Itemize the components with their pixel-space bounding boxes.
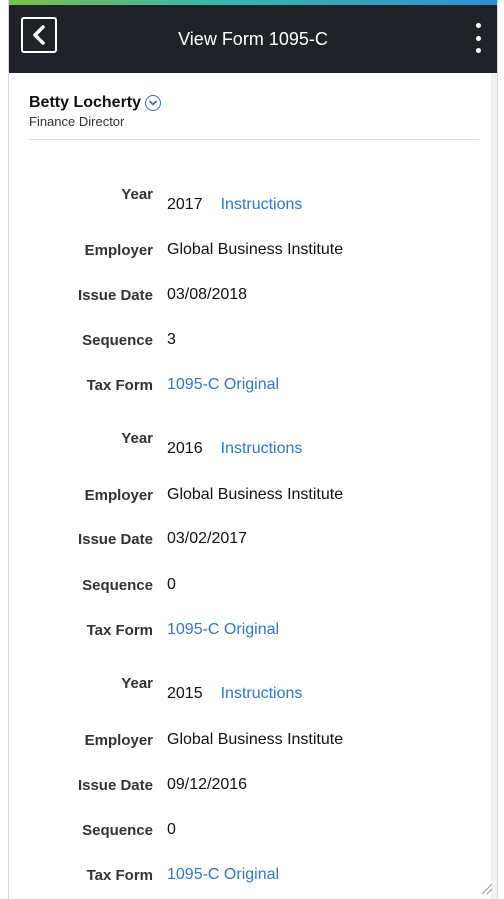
record-tax-form-row: Tax Form 1095-C Original: [9, 863, 499, 887]
record-employer-row: Employer Global Business Institute: [9, 238, 499, 262]
issue-date-label: Issue Date: [77, 530, 153, 548]
employer-value: Global Business Institute: [167, 241, 344, 258]
chevron-left-icon: [33, 25, 45, 45]
sequence-value: 0: [167, 821, 176, 838]
tax-form-label: Tax Form: [86, 866, 153, 884]
record-issue-date-row: Issue Date 09/12/2016: [9, 773, 499, 797]
header-bar: View Form 1095-C: [9, 5, 497, 73]
tax-form-link[interactable]: 1095-C Original: [167, 866, 279, 884]
person-summary: Betty Locherty Finance Director: [29, 94, 479, 140]
employer-label: Employer: [84, 241, 153, 259]
year-label: Year: [121, 675, 153, 692]
sequence-label: Sequence: [82, 331, 153, 349]
tax-form-link[interactable]: 1095-C Original: [167, 376, 279, 394]
kebab-menu-button[interactable]: [471, 23, 485, 53]
instructions-link[interactable]: Instructions: [221, 196, 303, 214]
sequence-label: Sequence: [82, 576, 153, 594]
record-employer-row: Employer Global Business Institute: [9, 728, 499, 752]
chevron-down-icon: [148, 100, 158, 106]
year-value: 2015: [167, 685, 203, 702]
record-issue-date-row: Issue Date 03/02/2017: [9, 527, 499, 551]
record-sequence-row: Sequence 0: [9, 573, 499, 597]
employer-value: Global Business Institute: [167, 731, 344, 748]
tax-form-label: Tax Form: [86, 621, 153, 639]
sequence-value: 0: [167, 576, 176, 593]
sequence-value: 3: [167, 331, 176, 348]
kebab-dot: [475, 35, 481, 41]
issue-date-value: 03/02/2017: [167, 530, 248, 547]
person-name: Betty Locherty: [29, 94, 142, 111]
record-employer-row: Employer Global Business Institute: [9, 483, 499, 507]
issue-date-value: 09/12/2016: [167, 776, 248, 793]
record-sequence-row: Sequence 0: [9, 818, 499, 842]
kebab-dot: [475, 23, 481, 28]
back-button[interactable]: [21, 17, 57, 53]
issue-date-label: Issue Date: [77, 776, 153, 794]
employer-label: Employer: [84, 731, 153, 749]
record-tax-form-row: Tax Form 1095-C Original: [9, 373, 499, 397]
tax-form-link[interactable]: 1095-C Original: [167, 621, 279, 639]
issue-date-value: 03/08/2018: [167, 286, 248, 303]
employer-value: Global Business Institute: [167, 486, 344, 503]
record-year-row: Year 2016 Instructions: [9, 430, 499, 458]
year-label: Year: [121, 430, 153, 447]
year-value: 2016: [167, 440, 203, 457]
year-label: Year: [121, 186, 153, 203]
year-value: 2017: [167, 196, 203, 213]
issue-date-label: Issue Date: [77, 286, 153, 304]
page-title: View Form 1095-C: [178, 28, 328, 49]
record-year-row: Year 2017 Instructions: [9, 186, 499, 214]
instructions-link[interactable]: Instructions: [221, 685, 303, 703]
sequence-label: Sequence: [82, 821, 153, 839]
record-sequence-row: Sequence 3: [9, 328, 499, 352]
record-issue-date-row: Issue Date 03/08/2018: [9, 283, 499, 307]
employer-label: Employer: [84, 486, 153, 504]
kebab-dot: [475, 48, 481, 53]
expand-person-button[interactable]: [145, 95, 162, 111]
instructions-link[interactable]: Instructions: [221, 440, 303, 458]
app-frame: View Form 1095-C Betty Locherty Finance …: [8, 0, 498, 899]
resize-grip-icon[interactable]: [479, 881, 493, 895]
record-year-row: Year 2015 Instructions: [9, 675, 499, 703]
tax-form-label: Tax Form: [86, 376, 153, 394]
record-tax-form-row: Tax Form 1095-C Original: [9, 618, 499, 642]
person-role: Finance Director: [29, 114, 125, 129]
